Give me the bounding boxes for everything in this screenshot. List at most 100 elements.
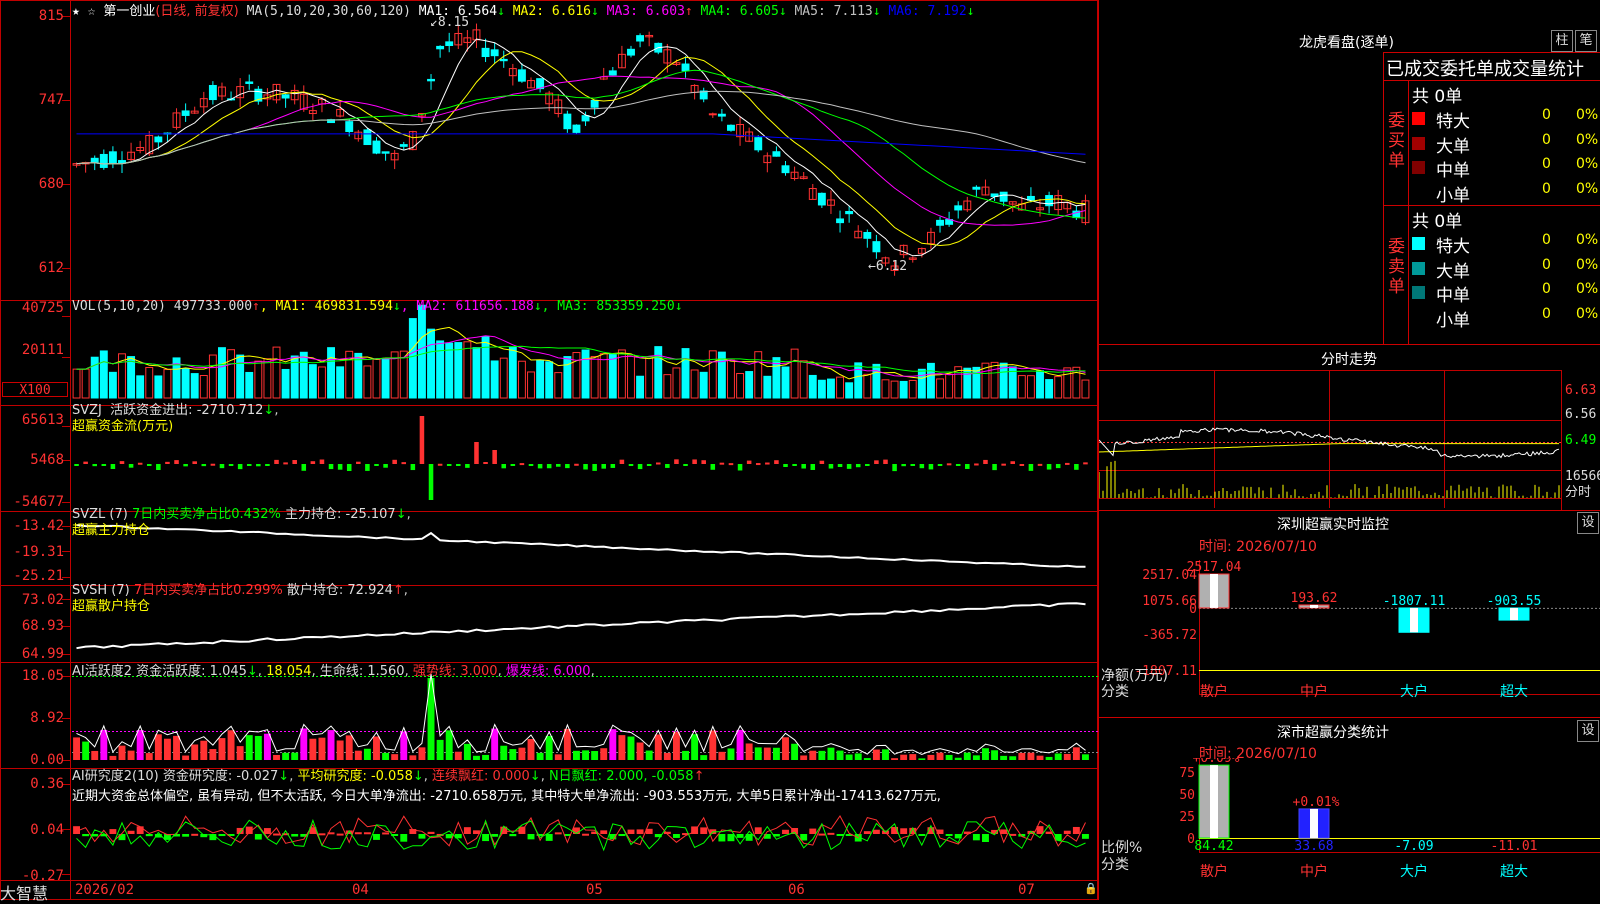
- capital-flow-bar: [674, 459, 679, 464]
- order-type-label: 特大: [1436, 237, 1470, 257]
- capital-flow-bar: [237, 464, 243, 470]
- candle: [172, 108, 181, 130]
- monitor-settings-button[interactable]: 设: [1577, 512, 1599, 534]
- research-bar: [336, 833, 344, 836]
- monitor-y-tick: -365.72: [1142, 628, 1197, 643]
- volume-bar: [517, 360, 526, 399]
- capital-flow-bar: [865, 464, 870, 466]
- candle: [990, 193, 999, 201]
- research-bar: [400, 834, 408, 842]
- svsh-arrow: ↑: [392, 583, 404, 598]
- candle: [936, 216, 944, 233]
- activity-bar: [800, 755, 808, 760]
- date-axis-label: 04: [352, 882, 369, 898]
- vol-ma-1: , MA1: 469831.594: [259, 299, 393, 314]
- ma-value-2: MA2: 6.616: [504, 4, 591, 19]
- capital-flow-bar: [101, 464, 107, 466]
- candle: [926, 227, 935, 249]
- candle-body: [999, 191, 1008, 202]
- activity-bar: [909, 754, 917, 760]
- capital-flow-bar: [128, 464, 134, 468]
- main-chart-area[interactable]: ↙8.15 ←6.12 ★ ☆ 第一创业(日线, 前复权) MA(5,10,20,…: [0, 0, 1098, 903]
- volume-bar: [563, 356, 572, 399]
- intraday-chart[interactable]: 6.63 6.56 6.49 16566分时: [1099, 370, 1600, 510]
- activity-bar: [1027, 752, 1035, 760]
- order-type-label: 小单: [1436, 185, 1470, 206]
- ai-activity-value: 1.045: [209, 664, 247, 679]
- capital-flow-bar: [265, 464, 270, 466]
- classify-settings-button[interactable]: 设: [1577, 720, 1599, 742]
- activity-bar: [518, 747, 526, 760]
- research-bar: [718, 834, 726, 842]
- volume-bar: [1081, 379, 1090, 399]
- svsh-value: 72.924: [347, 583, 393, 598]
- activity-bar: [863, 758, 871, 760]
- vol-ma-arrow-1: ↓: [392, 299, 401, 314]
- research-bar: [145, 834, 153, 837]
- classify-y-tick: 25: [1179, 810, 1195, 825]
- svsh-tick: 68.93: [21, 618, 64, 634]
- period-mode[interactable]: (日线, 前复权): [155, 4, 238, 19]
- svzj-subtitle: 超赢资金流(万元): [72, 419, 174, 434]
- svzj-title: SVZJ: [72, 403, 102, 418]
- ma-arrow-2: ↓: [590, 4, 599, 19]
- classify-value-label: -11.01: [1491, 839, 1538, 854]
- capital-flow-bar: [883, 459, 888, 464]
- capital-flow-bar: [565, 464, 570, 469]
- candle-body: [717, 113, 726, 117]
- capital-flow-bar: [655, 462, 661, 465]
- volume-unit-button[interactable]: X100: [2, 382, 68, 398]
- activity-bar: [554, 754, 562, 760]
- svzj-label: 活跃资金进出:: [110, 403, 193, 418]
- candle: [599, 67, 608, 81]
- candle: [199, 91, 208, 114]
- volume-bar: [108, 371, 117, 399]
- star-icon[interactable]: ★ ☆: [72, 4, 95, 19]
- tick-view-button[interactable]: 笔: [1575, 30, 1597, 52]
- volume-bar: [299, 351, 308, 399]
- research-bar: [109, 829, 117, 834]
- research-bar: [427, 831, 435, 834]
- candle: [972, 185, 981, 197]
- order-percent: 0%: [1576, 305, 1599, 322]
- svzj-value: -2710.712: [196, 403, 264, 418]
- capital-flow-bar: [210, 463, 216, 466]
- order-type-label: 中单: [1436, 286, 1470, 306]
- ma1-line: [76, 38, 1086, 257]
- monitor-bar-highlight: [1410, 607, 1418, 633]
- capital-flow-bar: [74, 464, 79, 466]
- date-axis-label: 05: [586, 882, 603, 898]
- capital-flow-bar: [765, 462, 770, 465]
- activity-bar: [282, 752, 290, 760]
- research-bar: [982, 834, 989, 842]
- capital-flow-bar: [483, 461, 488, 464]
- monitor-y-tick: 0: [1189, 602, 1197, 617]
- candle-body: [563, 113, 572, 130]
- monitor-bar-散户: [1198, 573, 1230, 609]
- research-bar: [1036, 826, 1044, 834]
- capital-flow-bar: [610, 464, 616, 468]
- volume-bar: [645, 356, 654, 399]
- vol-tick: 40725: [21, 300, 64, 316]
- capital-flow-bar: [792, 464, 797, 466]
- lock-icon[interactable]: 🔒: [1084, 882, 1098, 895]
- capital-flow-bar: [301, 464, 307, 471]
- capital-flow-bar: [737, 464, 743, 471]
- candle: [772, 146, 781, 157]
- svsh-tick: 64.99: [21, 646, 64, 662]
- order-type-label: 小单: [1436, 310, 1470, 331]
- svzl-tick: -19.31: [13, 544, 64, 560]
- kline-chart[interactable]: ↙8.15←6.12: [0, 0, 1098, 900]
- volume-bar: [281, 368, 290, 399]
- svzj-tick: -54677: [13, 494, 64, 510]
- svzl-title: SVZL (7): [72, 507, 128, 522]
- research-bar: [554, 832, 562, 835]
- activity-bar: [763, 747, 771, 760]
- candle: [236, 78, 245, 108]
- volume-bar: [581, 349, 590, 399]
- activity-bar: [536, 752, 544, 760]
- intraday-volume-unit: 分时: [1565, 485, 1591, 500]
- column-view-button[interactable]: 柱: [1551, 30, 1573, 52]
- candle-body: [181, 110, 190, 116]
- capital-flow-bar: [310, 461, 316, 464]
